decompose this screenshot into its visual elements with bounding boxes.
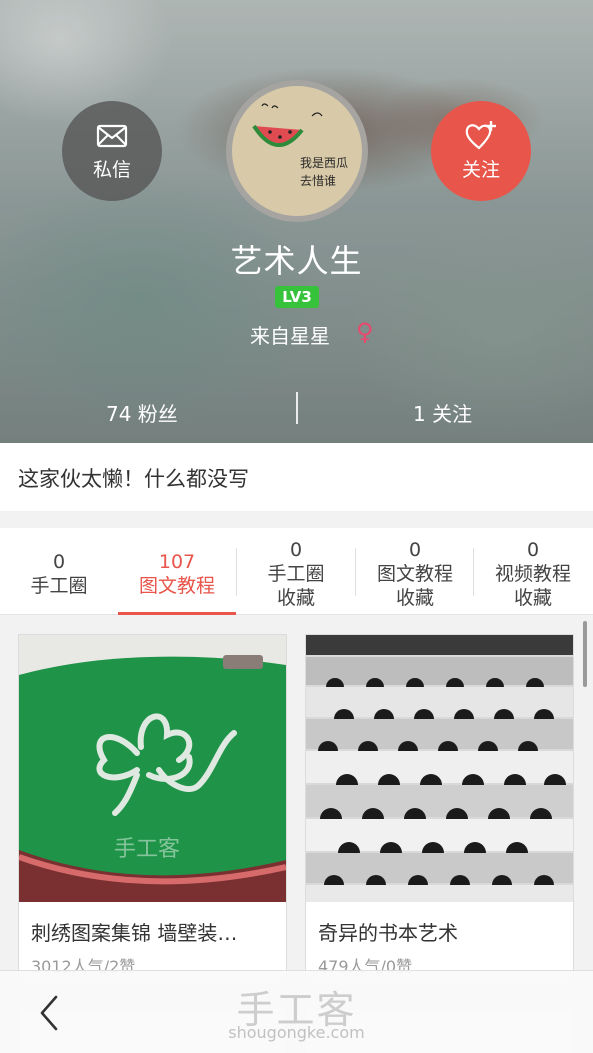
tutorial-title: 奇异的书本艺术 <box>318 921 458 945</box>
tab-count: 0 <box>526 539 540 561</box>
profile-tabs: 0 手工圈 107 图文教程 0 手工圈 收藏 0 图文教程 收藏 0 视频教程… <box>0 528 593 615</box>
tutorial-card[interactable]: 奇异的书本艺术 479人气/0赞 <box>305 634 574 979</box>
avatar-caption: 我是西瓜 去惜谁 <box>300 156 349 188</box>
tab-count: 0 <box>52 551 66 573</box>
profile-stats: 74 粉丝 1 关注 <box>0 392 593 432</box>
message-button-label: 私信 <box>92 158 131 181</box>
avatar-image: 我是西瓜 去惜谁 <box>232 86 362 216</box>
profile-page: 私信 我是西瓜 去惜谁 关注 艺术人生 LV3 来自星星 ♀ 74 粉丝 1 关… <box>0 0 593 1053</box>
tab-handcraft-circle[interactable]: 0 手工圈 <box>0 528 118 615</box>
watermark-url: shougongke.com <box>228 1023 365 1042</box>
scrollbar[interactable] <box>583 621 587 687</box>
tab-handcraft-circle-favorites[interactable]: 0 手工圈 收藏 <box>237 528 355 615</box>
back-button[interactable] <box>30 991 70 1035</box>
tab-label: 图文教程 <box>138 575 215 597</box>
tab-label: 图文教程 <box>376 563 453 585</box>
tab-label: 视频教程 <box>494 563 571 585</box>
location-text: 来自星星 <box>250 324 330 348</box>
tab-label-sub: 收藏 <box>395 587 434 609</box>
female-icon: ♀ <box>356 318 374 346</box>
tab-label: 手工圈 <box>30 575 88 597</box>
tab-image-tutorial-favorites[interactable]: 0 图文教程 收藏 <box>356 528 474 615</box>
bottom-toolbar: 手工客 shougongke.com <box>0 970 593 1053</box>
watermelon-icon <box>252 103 323 148</box>
tutorial-card[interactable]: 手工客 刺绣图案集锦 墙壁装… 3012人气/2赞 <box>18 634 287 979</box>
profile-header: 私信 我是西瓜 去惜谁 关注 艺术人生 LV3 来自星星 ♀ 74 粉丝 1 关… <box>0 0 593 443</box>
chevron-left-icon <box>40 995 58 1031</box>
stats-divider <box>296 392 298 424</box>
username: 艺术人生 <box>230 242 363 280</box>
envelope-icon <box>96 124 128 147</box>
tutorial-title: 刺绣图案集锦 墙壁装… <box>31 921 238 945</box>
tab-count: 107 <box>158 551 196 573</box>
avatar[interactable]: 我是西瓜 去惜谁 <box>226 80 368 222</box>
follow-button-label: 关注 <box>461 158 500 181</box>
tab-label: 手工圈 <box>267 563 325 585</box>
tab-video-tutorial-favorites[interactable]: 0 视频教程 收藏 <box>474 528 592 615</box>
tab-count: 0 <box>408 539 422 561</box>
following-count[interactable]: 1 关注 <box>413 398 472 427</box>
tab-label-sub: 收藏 <box>276 587 315 609</box>
tutorial-thumbnail: 手工客 <box>19 635 286 902</box>
image-watermark: 手工客 <box>114 837 181 862</box>
tab-image-tutorials[interactable]: 107 图文教程 <box>118 528 236 615</box>
tab-label-sub: 收藏 <box>513 587 552 609</box>
follow-button[interactable]: 关注 <box>431 101 531 201</box>
active-tab-indicator <box>118 612 236 615</box>
bio-section: 这家伙太懒！什么都没写 <box>0 443 593 511</box>
tutorial-thumbnail <box>306 635 573 902</box>
fans-count[interactable]: 74 粉丝 <box>106 398 178 427</box>
tab-count: 0 <box>289 539 303 561</box>
heart-plus-icon <box>465 120 496 149</box>
level-badge: LV3 <box>275 286 319 308</box>
bio-text: 这家伙太懒！什么都没写 <box>18 467 249 491</box>
message-button[interactable]: 私信 <box>62 101 162 201</box>
